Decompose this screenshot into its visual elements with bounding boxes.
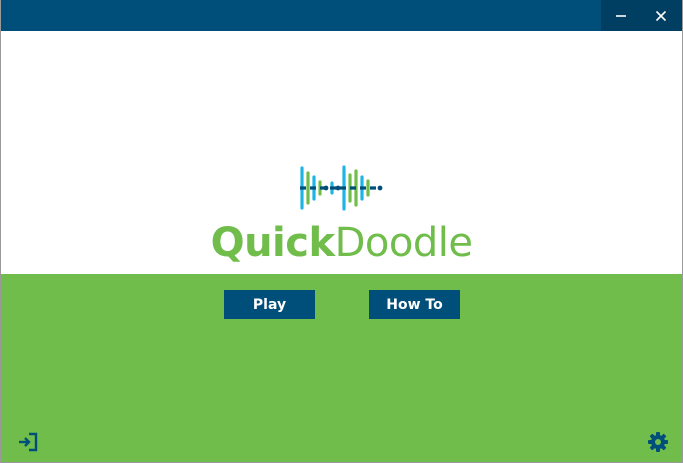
window-controls xyxy=(601,0,682,31)
soundwave-logo-icon xyxy=(300,165,383,211)
minimize-icon xyxy=(616,14,626,17)
close-icon xyxy=(655,10,667,21)
settings-button[interactable] xyxy=(647,431,669,453)
logo-word-doodle: Doodle xyxy=(334,220,473,266)
how-to-button[interactable]: How To xyxy=(369,290,460,319)
app-logo-text: QuickDoodle xyxy=(1,220,682,266)
play-button[interactable]: Play xyxy=(224,290,315,319)
menu-panel xyxy=(1,274,682,462)
minimize-button[interactable] xyxy=(601,0,641,31)
exit-icon xyxy=(19,432,38,452)
gear-icon xyxy=(648,432,668,452)
app-window: QuickDoodle Play How To xyxy=(0,0,683,463)
title-bar[interactable] xyxy=(1,0,682,31)
logo-word-quick: Quick xyxy=(210,220,336,266)
exit-button[interactable] xyxy=(17,431,39,453)
close-button[interactable] xyxy=(641,0,681,31)
